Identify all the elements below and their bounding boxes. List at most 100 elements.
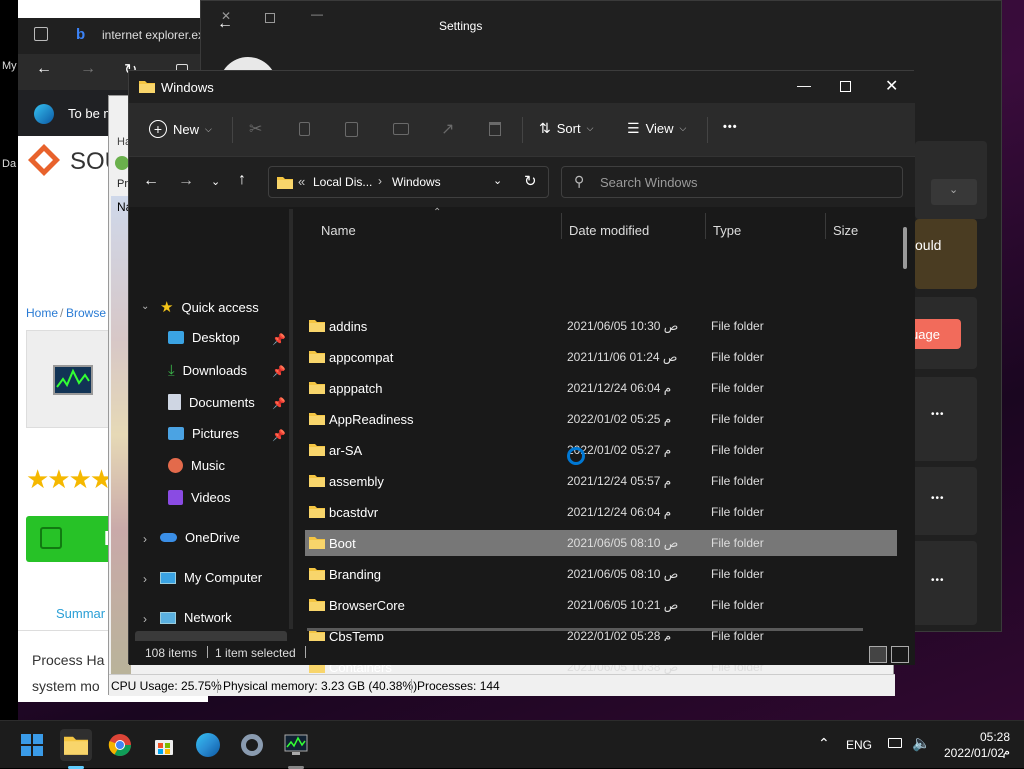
add-language-button-label: uage — [911, 327, 940, 342]
column-header-size[interactable]: Size — [833, 223, 858, 238]
cut-icon[interactable]: ✂ — [249, 119, 262, 139]
address-crumb-windows[interactable]: Windows — [392, 175, 441, 189]
volume-icon[interactable]: 🔈 — [912, 734, 931, 752]
share-icon[interactable]: ↗ — [441, 119, 454, 139]
up-icon[interactable]: ↑ — [238, 171, 246, 189]
taskbar-edge[interactable] — [192, 729, 224, 761]
network-icon[interactable] — [888, 738, 902, 748]
file-row[interactable]: apppatch 2021/12/24 م 06:04 File folder — [305, 375, 897, 401]
start-button[interactable] — [16, 729, 48, 761]
settings-close-icon[interactable]: ✕ — [221, 9, 231, 23]
address-dropdown-icon[interactable]: ⌄ — [493, 174, 502, 187]
expand-chevron-icon[interactable]: › — [143, 572, 147, 586]
pin-icon[interactable]: 📌 — [272, 333, 286, 346]
breadcrumb-browse-link[interactable]: Browse — [66, 306, 106, 320]
pin-icon[interactable]: 📌 — [272, 397, 286, 410]
taskbar-process-hacker[interactable] — [280, 729, 312, 761]
minimize-button[interactable]: — — [797, 77, 811, 93]
column-separator[interactable] — [561, 213, 562, 239]
refresh-icon[interactable] — [115, 156, 129, 170]
more-options-icon[interactable]: ••• — [723, 121, 738, 133]
file-row-selected[interactable]: Boot 2021/06/05 ص 08:10 File folder — [305, 530, 897, 556]
browser-back-icon[interactable]: ← — [36, 60, 52, 78]
file-list-scrollbar[interactable] — [903, 227, 907, 269]
column-separator[interactable] — [825, 213, 826, 239]
expand-chevron-icon[interactable]: › — [143, 532, 147, 546]
folder-icon — [309, 320, 325, 332]
address-bar[interactable]: « Local Dis... › Windows ⌄ ↻ — [268, 166, 549, 198]
settings-minimize-icon[interactable]: — — [311, 7, 323, 21]
file-row[interactable]: assembly 2021/12/24 م 05:57 File folder — [305, 468, 897, 494]
more-options-icon[interactable]: ••• — [931, 493, 945, 504]
sort-button[interactable]: ⇅ Sort ⌵ — [539, 120, 593, 137]
browser-forward-icon[interactable]: → — [80, 60, 96, 78]
column-header-date[interactable]: Date modified — [569, 223, 649, 238]
clock-date[interactable]: 2022/01/02 — [944, 746, 1004, 760]
copy-icon[interactable] — [299, 122, 310, 136]
taskbar-settings[interactable] — [236, 729, 268, 761]
pin-icon[interactable]: 📌 — [272, 429, 286, 442]
column-header-type[interactable]: Type — [713, 223, 741, 238]
description-line: Process Ha — [32, 652, 105, 668]
column-separator[interactable] — [705, 213, 706, 239]
desktop-icon-label[interactable]: Da — [2, 158, 16, 170]
file-row[interactable]: appcompat 2021/11/06 ص 01:24 File folder — [305, 344, 897, 370]
breadcrumb-home-link[interactable]: Home — [26, 306, 58, 320]
view-button[interactable]: ☰ View ⌵ — [627, 120, 686, 137]
language-indicator[interactable]: ENG — [846, 738, 872, 752]
address-crumb-local-disk[interactable]: Local Dis... — [313, 175, 372, 189]
search-input[interactable] — [598, 173, 888, 191]
search-box[interactable]: ⚲ — [561, 166, 903, 198]
tab-actions-icon[interactable] — [34, 27, 48, 41]
file-row[interactable]: Branding 2021/06/05 ص 08:10 File folder — [305, 561, 897, 587]
summary-tab[interactable]: Summar — [56, 606, 105, 621]
taskbar-chrome[interactable] — [104, 729, 136, 761]
app-thumbnail[interactable] — [26, 330, 110, 428]
refresh-icon[interactable]: ↻ — [524, 172, 537, 190]
nav-network[interactable]: Network — [160, 610, 232, 625]
command-bar: + New ⌵ ✂ ↗ ⇅ Sort ⌵ ☰ View ⌵ ••• — [129, 103, 915, 157]
settings-card[interactable]: ⌄ — [915, 141, 987, 219]
file-row[interactable]: addins 2021/06/05 ص 10:30 File folder — [305, 313, 897, 339]
recent-locations-icon[interactable]: ⌄ — [211, 175, 220, 188]
taskbar-file-explorer[interactable] — [60, 729, 92, 761]
column-header-name[interactable]: Name — [321, 223, 356, 238]
close-button[interactable]: ✕ — [885, 76, 898, 96]
expand-chevron-icon[interactable]: ⌄ — [141, 301, 149, 312]
rename-icon[interactable] — [393, 123, 409, 135]
file-row[interactable]: BrowserCore 2021/06/05 ص 10:21 File fold… — [305, 592, 897, 618]
new-button[interactable]: + New ⌵ — [149, 120, 212, 138]
expand-chevron-icon[interactable]: › — [143, 612, 147, 626]
back-icon[interactable]: ← — [143, 172, 159, 190]
desktop-icon-label[interactable]: My — [2, 60, 17, 72]
nav-pane-scrollbar[interactable] — [289, 209, 293, 629]
nav-pictures[interactable]: Pictures — [168, 426, 239, 441]
nav-onedrive[interactable]: OneDrive — [160, 530, 240, 545]
forward-icon[interactable]: → — [178, 172, 194, 190]
nav-desktop[interactable]: Desktop — [168, 330, 240, 345]
horizontal-scrollbar[interactable] — [307, 628, 863, 631]
browser-tab-title[interactable]: internet explorer.ex — [102, 28, 204, 42]
explorer-title-bar[interactable]: Windows — ✕ — [129, 71, 915, 103]
large-icons-view-icon[interactable] — [891, 646, 909, 663]
file-row[interactable]: ar-SA 2022/01/02 م 05:27 File folder — [305, 437, 897, 463]
nav-videos[interactable]: Videos — [168, 490, 231, 505]
pin-icon[interactable]: 📌 — [272, 365, 286, 378]
taskbar-store[interactable] — [148, 729, 180, 761]
delete-icon[interactable] — [489, 122, 501, 136]
nav-music[interactable]: Music — [168, 458, 225, 473]
paste-icon[interactable] — [345, 122, 358, 137]
file-row[interactable]: AppReadiness 2022/01/02 م 05:25 File fol… — [305, 406, 897, 432]
settings-maximize-icon[interactable] — [265, 13, 275, 23]
nav-documents[interactable]: Documents — [168, 394, 255, 410]
nav-my-computer[interactable]: My Computer — [160, 570, 262, 585]
overflow-icon[interactable]: « — [298, 174, 305, 189]
more-options-icon[interactable]: ••• — [931, 409, 945, 420]
nav-downloads[interactable]: ⤓ Downloads — [168, 362, 247, 379]
file-row[interactable]: bcastdvr 2021/12/24 م 06:04 File folder — [305, 499, 897, 525]
nav-quick-access[interactable]: ★ Quick access — [160, 298, 259, 316]
maximize-button[interactable] — [840, 81, 851, 92]
details-view-icon[interactable] — [869, 646, 887, 663]
tray-overflow-icon[interactable]: ⌃ — [818, 735, 830, 752]
more-options-icon[interactable]: ••• — [931, 575, 945, 586]
